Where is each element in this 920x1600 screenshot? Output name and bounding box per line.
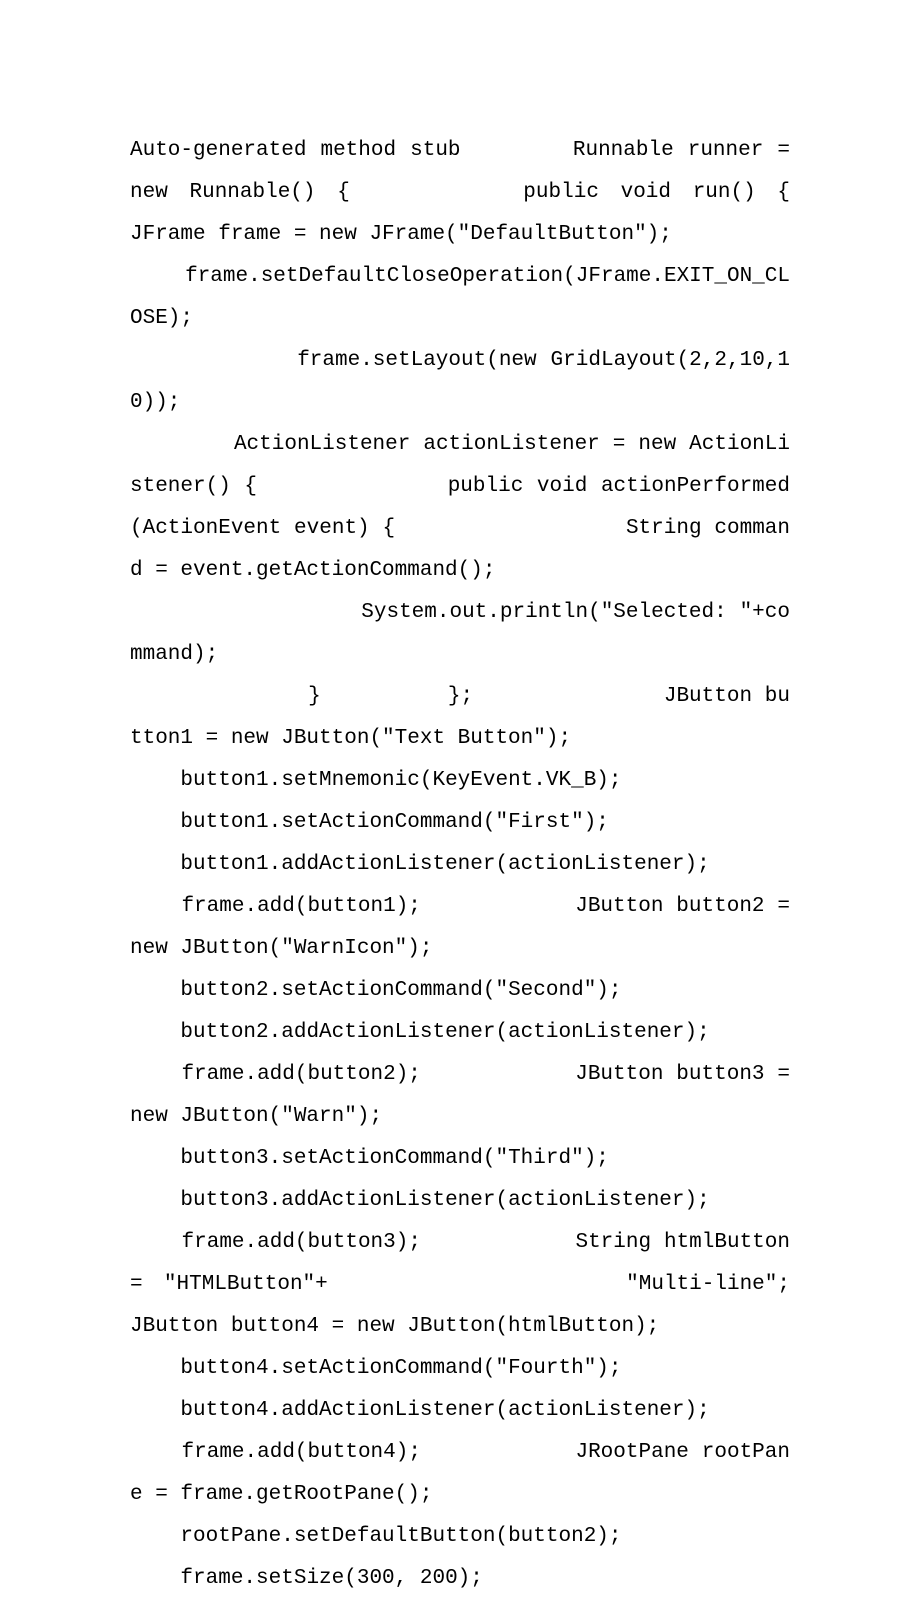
code-line: frame.add(button3); String htmlButton = … [130,1231,920,1338]
code-line: frame.setSize(300, 200); [130,1567,483,1590]
code-line: button3.addActionListener(actionListener… [130,1189,710,1212]
code-line: button3.setActionCommand("Third"); [130,1147,609,1170]
code-line: frame.add(button4); JRootPane rootPane =… [130,1441,790,1506]
code-content: Auto-generated method stub Runnable runn… [130,130,790,1600]
code-line: System.out.println("Selected: "+command)… [130,601,790,666]
code-line: } }; JButton button1 = new JButton("Text… [130,685,790,750]
code-line: button2.setActionCommand("Second"); [130,979,622,1002]
code-line: button1.setActionCommand("First"); [130,811,609,834]
code-line: button4.addActionListener(actionListener… [130,1399,710,1422]
code-line: button4.setActionCommand("Fourth"); [130,1357,622,1380]
code-line: button2.addActionListener(actionListener… [130,1021,710,1044]
code-line: frame.setDefaultCloseOperation(JFrame.EX… [130,265,790,330]
code-line: rootPane.setDefaultButton(button2); [130,1525,622,1548]
code-line: frame.setLayout(new GridLayout(2,2,10,10… [130,349,790,414]
code-line: ActionListener actionListener = new Acti… [130,433,790,582]
code-line: frame.add(button1); JButton button2 = ne… [130,895,803,960]
code-line: button1.setMnemonic(KeyEvent.VK_B); [130,769,622,792]
document-page: Auto-generated method stub Runnable runn… [0,0,920,1600]
code-line: button1.addActionListener(actionListener… [130,853,710,876]
code-line: Auto-generated method stub Runnable runn… [130,139,920,246]
code-line: frame.add(button2); JButton button3 = ne… [130,1063,803,1128]
